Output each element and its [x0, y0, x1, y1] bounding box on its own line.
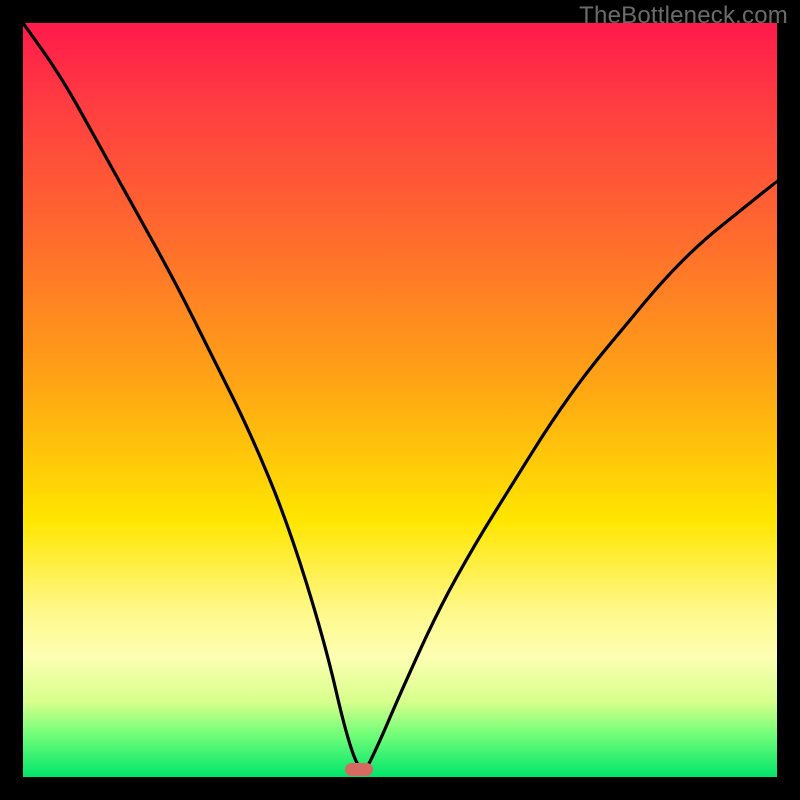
bottleneck-curve	[23, 23, 777, 777]
outer-frame: TheBottleneck.com	[0, 0, 800, 800]
watermark-text: TheBottleneck.com	[579, 2, 788, 30]
plot-area	[23, 23, 777, 777]
minimum-marker	[345, 763, 373, 776]
curve-path	[23, 23, 777, 769]
